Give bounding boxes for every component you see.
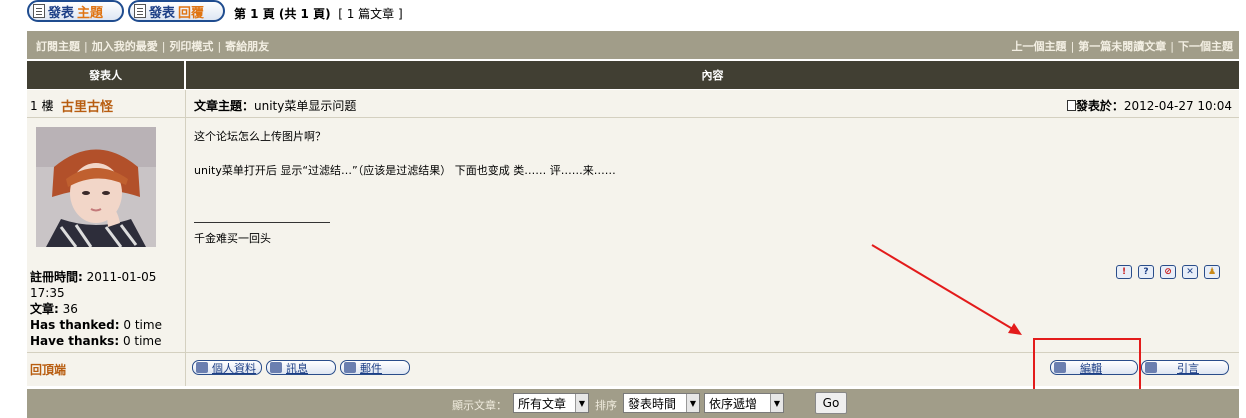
chevron-down-icon: ▼ [575,394,588,412]
new-topic-highlight: 主題 [77,5,104,21]
subscribe-link[interactable]: 訂閱主題 [36,40,80,53]
avatar-image [36,127,156,247]
info-icon[interactable]: ? [1138,265,1154,279]
posts-value: 36 [58,302,78,316]
sort-select[interactable]: 發表時間 ▼ [623,393,700,413]
email-button[interactable]: 郵件 [340,360,410,375]
email-friend-link[interactable]: 寄給朋友 [225,40,269,53]
report-icon[interactable]: ! [1116,265,1132,279]
post-reply-button[interactable]: 發表 回覆 [128,0,225,22]
post-action-icons: ! ? ⊘ ✕ ♟ [1116,265,1220,279]
subject-text: unity菜单显示问题 [254,99,357,113]
order-value: 依序遞增 [709,396,758,411]
thumb-icon[interactable]: ♟ [1204,265,1220,279]
post-page-icon [1066,100,1076,111]
posts-label: 文章: [30,302,59,316]
pm-button[interactable]: 訊息 [266,360,336,375]
nav-separator: | [1070,40,1075,53]
nav-separator: | [161,40,166,53]
topic-nav-bar: 訂閱主題 | 加入我的最愛 | 列印模式 | 寄給朋友 上一個主題 | 第一篇未閱讀文章 | 下一個… [27,31,1239,59]
signature-text: 千金难买一回头 [194,232,271,245]
go-button[interactable]: Go [815,392,847,414]
page-number: 第 1 頁 (共 1 頁) [234,7,331,21]
profile-button[interactable]: 個人資料 [192,360,262,375]
column-divider [185,90,186,386]
users-icon [270,362,282,373]
annotation-arrow [871,244,1022,335]
first-unread-link[interactable]: 第一篇未閱讀文章 [1078,40,1166,53]
joined-time: 17:35 [30,286,65,300]
post-date: 發表於：2012-04-27 10:04 [1066,97,1232,114]
post-count: [ 1 篇文章 ] [338,7,403,21]
author-column-header: 發表人 [27,61,184,89]
author-avatar [36,127,156,247]
author-meta: 註冊時間: 2011-01-05 17:35 文章: 36 Has thanke… [30,269,162,349]
author-header-label: 發表人 [89,69,122,82]
annotation-highlight-box [1033,338,1141,396]
thanked-value: 0 time [119,318,162,332]
nav-separator: | [1170,40,1174,53]
content-header-label: 內容 [701,69,724,82]
display-select[interactable]: 所有文章 ▼ [513,393,589,413]
delete-icon[interactable]: ✕ [1182,265,1198,279]
post-subject: 文章主題：unity菜单显示问题 [194,97,356,114]
back-to-top-link[interactable]: 回頂端 [30,361,66,378]
prev-topic-link[interactable]: 上一個主題 [1012,40,1067,53]
page-info: 第 1 頁 (共 1 頁) [ 1 篇文章 ] [234,5,403,22]
post-body-line: unity菜单打开后 显示“过滤结…”（应该是过滤结果） 下面也变成 类…… 评… [194,164,616,177]
user-icon [196,362,208,373]
reply-highlight: 回覆 [178,5,205,21]
display-value: 所有文章 [518,396,567,411]
new-topic-button[interactable]: 發表 主題 [27,0,124,22]
order-select[interactable]: 依序遞增 ▼ [704,393,784,413]
document-icon [33,4,45,18]
sort-value: 發表時間 [628,396,677,411]
signature-divider [194,222,330,223]
warn-icon[interactable]: ⊘ [1160,265,1176,279]
quote-icon [1145,362,1157,373]
posted-value: 2012-04-27 10:04 [1123,99,1232,113]
subject-label: 文章主題： [194,99,255,113]
row-divider [27,117,1239,118]
quote-label: 引言 [1177,361,1199,375]
chevron-down-icon: ▼ [686,394,699,412]
joined-label: 註冊時間: [30,270,83,284]
nav-separator: | [217,40,222,53]
posted-label: 發表於： [1075,99,1124,113]
chevron-down-icon: ▼ [770,394,783,412]
bookmark-link[interactable]: 加入我的最愛 [92,40,158,53]
email-label: 郵件 [360,361,382,375]
thanks-value: 0 time [119,334,162,348]
envelope-icon [344,362,356,373]
thanks-label: Have thanks: [30,334,120,348]
sort-label: 排序 [595,399,617,412]
joined-value: 2011-01-05 [82,270,157,284]
reply-prefix: 發表 [149,5,176,21]
thanked-label: Has thanked: [30,318,120,332]
nav-separator: | [84,40,88,53]
author-name-link[interactable]: 古里古怪 [61,96,113,115]
print-link[interactable]: 列印模式 [169,40,213,53]
display-label: 顯示文章： [452,399,507,412]
new-topic-prefix: 發表 [48,5,75,21]
profile-label: 個人資料 [212,361,256,375]
display-options-bar: 顯示文章： 所有文章 ▼ 排序 發表時間 ▼ 依序遞增 ▼ Go [27,389,1239,418]
post-floor: 1 樓 [30,99,54,113]
quote-button[interactable]: 引言 [1141,360,1229,375]
content-column-header: 內容 [186,61,1239,89]
pm-label: 訊息 [286,361,308,375]
next-topic-link[interactable]: 下一個主題 [1178,40,1233,53]
document-icon [134,4,146,18]
post-body-line: 这个论坛怎么上传图片啊？ [194,130,326,143]
